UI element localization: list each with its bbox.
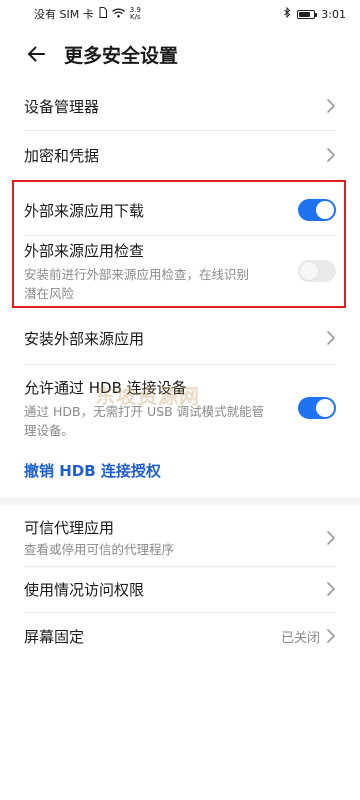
device-manager-label: 设备管理器 [24, 97, 100, 116]
revoke-hdb-link[interactable]: 撤销 HDB 连接授权 [24, 460, 161, 481]
screen-pinning-right: 已关闭 [281, 627, 336, 646]
screen-pinning-value: 已关闭 [280, 630, 320, 646]
highlight-box [12, 180, 346, 308]
hdb-subtitle-line1: 通过 HDB，无需打开 USB 调试模式就能管 [24, 403, 265, 419]
hdb-toggle[interactable] [298, 397, 336, 419]
battery-icon [297, 9, 318, 19]
chevron-right-icon [327, 148, 335, 162]
chevron-right-icon [327, 629, 335, 643]
chevron-right-icon [327, 582, 335, 596]
revoke-hdb-item[interactable]: 撤销 HDB 连接授权 [0, 448, 360, 492]
hdb-subtitle: 通过 HDB，无需打开 USB 调试模式就能管 理设备。 [24, 402, 264, 440]
page-title: 更多安全设置 [64, 44, 179, 67]
hdb-subtitle-line2: 理设备。 [24, 422, 75, 438]
bluetooth-icon [284, 6, 291, 21]
back-button[interactable] [24, 42, 48, 66]
carrier-text: 没有 SIM 卡 [34, 8, 94, 21]
wifi-icon [111, 8, 125, 21]
status-right: 3:01 [284, 6, 346, 21]
net-speed: 3.9 K/s [130, 7, 141, 21]
clock: 3:01 [321, 7, 346, 21]
encryption-label: 加密和凭据 [24, 146, 100, 165]
usage-access-item[interactable]: 使用情况访问权限 [0, 567, 360, 611]
section-gap [0, 497, 360, 505]
back-arrow-icon [28, 46, 45, 62]
trusted-agent-label: 可信代理应用 [24, 519, 115, 537]
screen-pinning-label: 屏幕固定 [24, 627, 85, 646]
header: 更多安全设置 [0, 28, 360, 80]
chevron-right-icon [327, 99, 335, 113]
install-external-label: 安装外部来源应用 [24, 329, 145, 348]
hdb-label: 允许通过 HDB 连接设备 [24, 378, 187, 397]
install-external-item[interactable]: 安装外部来源应用 [0, 312, 360, 364]
trusted-agent-text: 可信代理应用 查看或停用可信的代理程序 [24, 517, 174, 559]
trusted-agent-subtitle: 查看或停用可信的代理程序 [24, 542, 175, 557]
device-manager-item[interactable]: 设备管理器 [0, 82, 360, 130]
chevron-right-icon [327, 331, 335, 345]
hdb-text: 允许通过 HDB 连接设备 通过 HDB，无需打开 USB 调试模式就能管 理设… [24, 377, 264, 440]
status-bar: 没有 SIM 卡 3.9 K/s 3:01 [0, 0, 360, 28]
encryption-item[interactable]: 加密和凭据 [0, 131, 360, 179]
screen-pinning-item[interactable]: 屏幕固定 已关闭 [0, 613, 360, 659]
toggle-knob [316, 399, 334, 417]
status-left: 没有 SIM 卡 3.9 K/s [34, 6, 141, 22]
hdb-item: 允许通过 HDB 连接设备 通过 HDB，无需打开 USB 调试模式就能管 理设… [0, 368, 360, 448]
trusted-agent-item[interactable]: 可信代理应用 查看或停用可信的代理程序 [0, 508, 360, 568]
net-speed-unit: K/s [129, 13, 141, 21]
chevron-right-icon [327, 531, 335, 545]
usage-access-label: 使用情况访问权限 [24, 580, 145, 599]
divider [24, 364, 336, 365]
sim-icon [99, 7, 107, 21]
